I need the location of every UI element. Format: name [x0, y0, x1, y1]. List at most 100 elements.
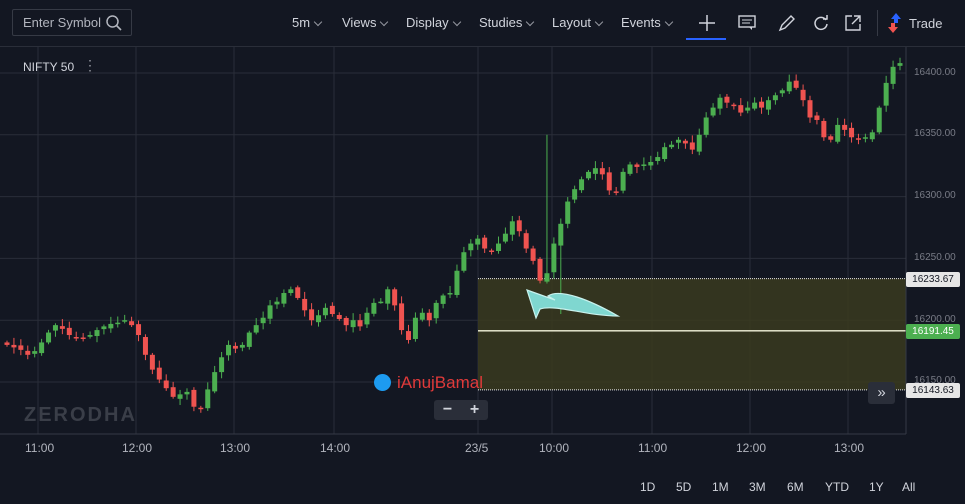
candle-body	[232, 345, 238, 349]
candle-body	[572, 189, 578, 200]
candle-body	[406, 331, 412, 340]
candle-body	[468, 243, 474, 251]
range-ytd[interactable]: YTD	[825, 480, 849, 494]
range-1y[interactable]: 1Y	[869, 480, 884, 494]
candle-body	[274, 301, 280, 305]
range-6m[interactable]: 6M	[787, 480, 804, 494]
candle-body	[419, 312, 425, 320]
candle-body	[52, 325, 58, 331]
candle-body	[579, 179, 585, 191]
chat-icon[interactable]	[736, 12, 758, 34]
candle-body	[738, 105, 744, 113]
time-tick: 23/5	[465, 441, 489, 455]
candle-body	[226, 344, 232, 356]
candle-body	[378, 301, 384, 304]
candle-body	[39, 342, 45, 354]
candle-body	[724, 96, 730, 103]
candle-body	[80, 337, 86, 340]
chevron-down-icon	[594, 17, 604, 27]
symbol-options-icon[interactable]: ⋮	[83, 58, 97, 72]
price-tick: 16250.00	[914, 252, 956, 263]
candle-body	[482, 237, 488, 249]
events-menu[interactable]: Events	[621, 15, 673, 30]
candle-body	[620, 171, 626, 191]
candle-body	[309, 309, 315, 321]
candle-body	[129, 321, 135, 326]
candle-body	[849, 127, 855, 138]
top-toolbar: 5m Views Display Studies Layout Events T…	[0, 0, 965, 47]
candle-body	[793, 80, 799, 88]
candle-body	[239, 344, 245, 348]
toolbar-divider	[877, 10, 878, 36]
search-icon[interactable]	[105, 14, 123, 37]
scroll-to-latest-button[interactable]: »	[868, 382, 895, 404]
range-1d[interactable]: 1D	[640, 480, 655, 494]
candle-body	[669, 144, 675, 148]
price-tag-mid: 16191.45	[906, 324, 960, 339]
display-menu[interactable]: Display	[406, 15, 461, 30]
candle-body	[613, 191, 619, 193]
candle-body	[11, 344, 17, 348]
candle-body	[59, 326, 65, 329]
candle-body	[717, 97, 723, 109]
chevron-down-icon	[526, 17, 535, 27]
candle-body	[357, 320, 363, 327]
zerodha-logo: ZERODHA	[24, 404, 137, 427]
candle-body	[46, 332, 52, 343]
range-1m[interactable]: 1M	[712, 480, 729, 494]
price-tick: 16300.00	[914, 190, 956, 201]
candle-body	[537, 258, 543, 281]
views-menu[interactable]: Views	[342, 15, 389, 30]
candle-body	[66, 327, 72, 336]
interval-menu[interactable]: 5m	[292, 15, 323, 30]
candle-body	[786, 81, 792, 92]
candle-body	[461, 252, 467, 271]
candle-body	[25, 350, 31, 355]
crosshair-icon[interactable]	[696, 12, 718, 34]
views-label: Views	[342, 15, 377, 30]
twitter-watermark: iAnujBamal	[374, 373, 483, 393]
candle-body	[329, 305, 335, 315]
price-chart[interactable]	[0, 47, 965, 504]
range-all[interactable]: All	[902, 480, 915, 494]
candle-body	[765, 100, 771, 110]
studies-menu[interactable]: Studies	[479, 15, 535, 30]
candle-body	[745, 107, 751, 111]
candle-body	[627, 164, 633, 174]
search-input[interactable]	[13, 10, 117, 35]
time-tick: 13:00	[834, 441, 865, 455]
layout-menu[interactable]: Layout	[552, 15, 604, 30]
range-5d[interactable]: 5D	[676, 480, 691, 494]
popout-icon[interactable]	[842, 12, 864, 34]
candle-body	[219, 357, 225, 373]
draw-pencil-icon[interactable]	[776, 12, 798, 34]
range-3m[interactable]: 3M	[749, 480, 766, 494]
symbol-search[interactable]	[12, 9, 132, 36]
zoom-controls: − +	[434, 400, 488, 420]
refresh-icon[interactable]	[810, 12, 832, 34]
candle-body	[800, 89, 806, 101]
candle-body	[807, 100, 813, 118]
candle-body	[212, 372, 218, 392]
candle-body	[122, 320, 128, 322]
watermark-text: iAnujBamal	[397, 373, 483, 392]
candle-body	[440, 295, 446, 304]
candle-body	[696, 134, 702, 152]
buy-sell-arrows-icon	[888, 13, 901, 33]
candle-body	[544, 273, 550, 282]
candle-body	[399, 303, 405, 331]
zoom-in-button[interactable]: +	[461, 400, 488, 420]
candle-body	[295, 287, 301, 298]
candle-body	[343, 317, 349, 326]
candle-body	[606, 172, 612, 191]
candle-body	[246, 332, 252, 347]
candle-body	[149, 354, 155, 370]
symbol-label[interactable]: NIFTY 50	[23, 60, 74, 74]
candle-body	[502, 233, 508, 242]
candle-body	[281, 293, 287, 304]
candle-body	[302, 298, 308, 311]
zoom-out-button[interactable]: −	[434, 400, 461, 420]
candle-body	[855, 138, 861, 140]
candle-body	[835, 124, 841, 142]
candle-body	[18, 345, 24, 350]
